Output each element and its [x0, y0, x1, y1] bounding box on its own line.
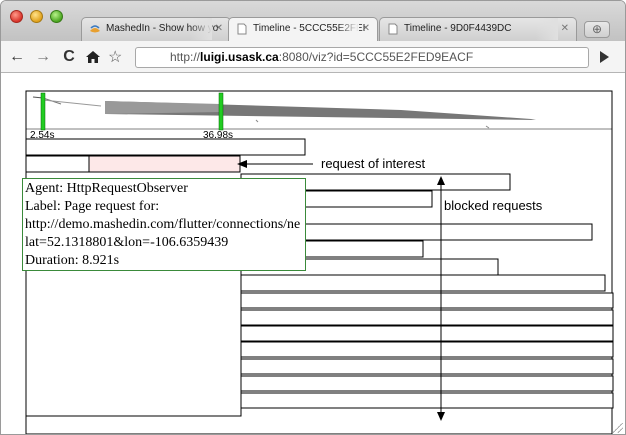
bookmark-star-icon[interactable]: ☆	[108, 47, 122, 67]
forward-arrow-icon: →	[35, 48, 51, 65]
url-host: luigi.usask.ca	[200, 50, 279, 64]
page-icon	[388, 23, 398, 35]
back-arrow-icon: ←	[9, 48, 25, 65]
tooltip-duration: Duration: 8.921s	[25, 253, 120, 268]
close-window-button[interactable]	[10, 10, 23, 23]
tab-label: Timeline - 9D0F4439DC	[404, 23, 512, 34]
close-tab-icon[interactable]: ✕	[561, 18, 569, 40]
overview-stroke	[485, 125, 490, 129]
new-tab-button[interactable]: ⊕	[584, 21, 610, 38]
close-tab-icon[interactable]: ✕	[362, 18, 370, 40]
tooltip-label: Label: Page request for:	[25, 199, 160, 214]
home-icon	[86, 51, 100, 63]
tooltip-url-query: lat=52.1318801&lon=-106.6359439	[25, 235, 229, 250]
range-marker-left	[40, 92, 46, 131]
overview-density-dark	[105, 101, 221, 114]
request-bar	[240, 341, 614, 358]
tooltip-agent: Agent: HttpRequestObserver	[25, 181, 188, 196]
reload-button[interactable]: C	[59, 47, 79, 67]
request-bar	[240, 325, 614, 342]
request-bar	[25, 138, 306, 156]
tab-timeline[interactable]: Timeline - 9D0F4439DC ✕	[379, 17, 577, 41]
browser-window: MashedIn - Show how yo ✕ Timeline - 5CCC…	[0, 0, 626, 435]
zoom-window-button[interactable]	[50, 10, 63, 23]
page-icon	[237, 23, 247, 35]
close-tab-icon[interactable]: ✕	[215, 18, 223, 40]
tab-mashedin[interactable]: MashedIn - Show how yo ✕	[81, 17, 231, 41]
arrowhead-icon	[437, 412, 445, 421]
address-bar[interactable]: http://luigi.usask.ca:8080/viz?id=5CCC55…	[135, 47, 589, 68]
forward-button[interactable]: →	[33, 47, 53, 67]
tooltip-url: http://demo.mashedin.com/flutter/connect…	[25, 217, 301, 232]
request-of-interest-bar	[88, 155, 241, 173]
plus-icon: ⊕	[591, 22, 603, 36]
range-marker-right	[218, 92, 224, 131]
mashedin-icon	[90, 25, 100, 33]
tick-label: 2.54s	[30, 130, 55, 141]
url-scheme: http://	[170, 50, 201, 64]
tick-label: 36.98s	[203, 130, 234, 141]
overview-stroke	[42, 99, 102, 107]
resize-grip-icon[interactable]	[613, 423, 623, 433]
page-content: 2.54s 36.98s request of interest blocked…	[1, 74, 625, 434]
back-button[interactable]: ←	[7, 47, 27, 67]
request-bar	[240, 309, 614, 326]
request-bar	[240, 274, 606, 292]
reload-icon: C	[63, 48, 75, 65]
request-bar	[240, 375, 614, 392]
blocked-requests-label: blocked requests	[444, 198, 543, 213]
home-button[interactable]	[83, 47, 103, 67]
request-bar	[240, 392, 614, 409]
request-tooltip: Agent: HttpRequestObserver Label: Page r…	[22, 178, 306, 271]
toolbar: ← → C ☆ http://luigi.usask.ca:8080/viz?i…	[1, 41, 625, 73]
page-menu-icon[interactable]	[600, 51, 609, 63]
minimize-window-button[interactable]	[30, 10, 43, 23]
overview-stroke	[255, 119, 259, 123]
url-path: :8080/viz?id=5CCC55E2FED9EACF	[278, 50, 474, 64]
request-bar	[240, 292, 614, 309]
tab-timeline-active[interactable]: Timeline - 5CCC55E2FEI ✕	[228, 17, 378, 41]
request-of-interest-label: request of interest	[321, 156, 426, 171]
tab-strip: MashedIn - Show how yo ✕ Timeline - 5CCC…	[1, 1, 625, 41]
request-bar	[240, 358, 614, 375]
